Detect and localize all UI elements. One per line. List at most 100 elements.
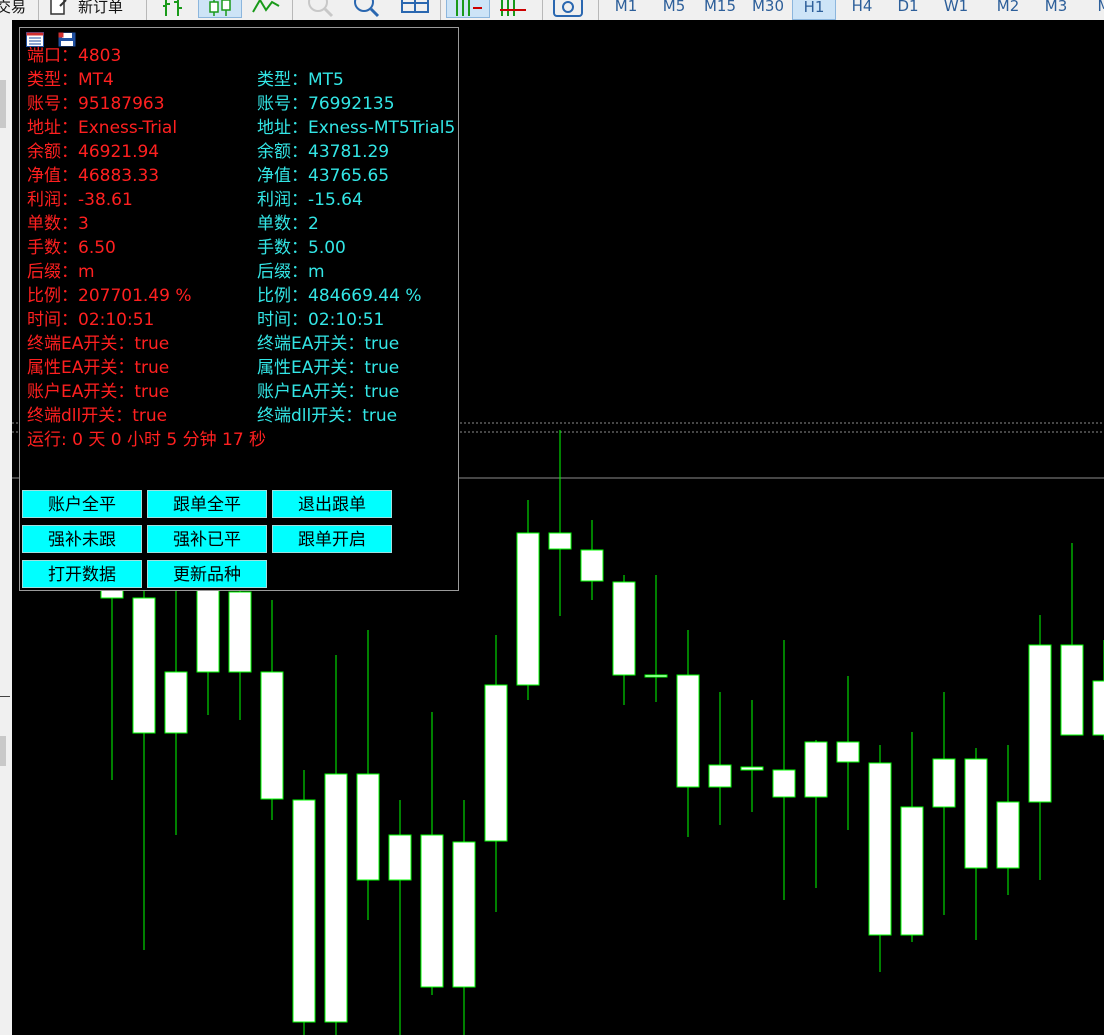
candle-body bbox=[772, 769, 796, 798]
dock-handle[interactable] bbox=[0, 80, 6, 128]
mt4-suffix-label: 后缀：m bbox=[27, 262, 95, 282]
timeframe-m2-button[interactable]: M2 bbox=[986, 0, 1030, 20]
candle-body bbox=[996, 801, 1020, 869]
candle-body bbox=[292, 799, 316, 1023]
candle-body bbox=[708, 764, 732, 788]
mt4-balance-label: 余额：46921.94 bbox=[27, 142, 160, 162]
toolbar-separator bbox=[146, 0, 147, 20]
timeframe-m5-button[interactable]: M5 bbox=[652, 0, 696, 20]
timeframe-w1-button[interactable]: W1 bbox=[934, 0, 978, 20]
mt4-orders-label: 单数：3 bbox=[27, 214, 89, 234]
mt4-lots-label: 手数：6.50 bbox=[27, 238, 116, 258]
timeframe-m3-button[interactable]: M3 bbox=[1034, 0, 1078, 20]
candle-body bbox=[132, 597, 156, 734]
tile-windows-button[interactable] bbox=[400, 0, 430, 18]
auto-scroll-icon bbox=[456, 0, 482, 16]
candle-body bbox=[740, 766, 764, 771]
mt5-account-ea-label: 账户EA开关：true bbox=[257, 382, 400, 402]
candle-body bbox=[836, 741, 860, 763]
mt4-profit-label: 利润：-38.61 bbox=[27, 190, 133, 210]
mt5-property-ea-label: 属性EA开关：true bbox=[257, 358, 400, 378]
candle-body bbox=[900, 806, 924, 936]
mt5-time-label: 时间：02:10:51 bbox=[257, 310, 385, 330]
candle-body bbox=[868, 762, 892, 936]
timeframe-m15-button[interactable]: M15 bbox=[698, 0, 742, 20]
zoom-out-button[interactable] bbox=[352, 0, 380, 18]
toolbar-separator bbox=[598, 0, 599, 20]
open-data-button[interactable]: 打开数据 bbox=[22, 560, 142, 588]
line-chart-icon bbox=[252, 0, 280, 13]
candle-body bbox=[612, 581, 636, 676]
tile-windows-icon bbox=[401, 0, 429, 13]
force-closed-button[interactable]: 强补已平 bbox=[147, 525, 267, 553]
chart-shift-icon bbox=[500, 0, 526, 16]
timeframe-h4-button[interactable]: H4 bbox=[840, 0, 884, 20]
new-order-button[interactable]: 新订单 bbox=[48, 0, 123, 18]
dock-divider bbox=[0, 696, 10, 697]
mt5-server-label: 地址：Exness-MT5Trial5 bbox=[257, 118, 456, 138]
close-all-account-button[interactable]: 账户全平 bbox=[22, 490, 142, 518]
toolbar-separator bbox=[440, 0, 441, 20]
candle-body bbox=[516, 532, 540, 686]
force-unfollowed-button[interactable]: 强补未跟 bbox=[22, 525, 142, 553]
timeframe-m-button[interactable]: M bbox=[1082, 0, 1104, 20]
candlestick-button[interactable] bbox=[198, 0, 242, 18]
update-symbols-button[interactable]: 更新品种 bbox=[147, 560, 267, 588]
candle-body bbox=[196, 589, 220, 673]
bar-chart-icon bbox=[163, 0, 182, 16]
candle-body bbox=[1060, 644, 1084, 736]
candle-body bbox=[260, 671, 284, 800]
new-order-icon bbox=[50, 0, 67, 15]
new-order-label: 新订单 bbox=[78, 0, 124, 16]
mt5-terminal-ea-label: 终端EA开关：true bbox=[257, 334, 400, 354]
mt5-type-label: 类型：MT5 bbox=[257, 70, 344, 90]
mt4-time-label: 时间：02:10:51 bbox=[27, 310, 155, 330]
candle-body bbox=[676, 674, 700, 788]
mt4-account-ea-label: 账户EA开关：true bbox=[27, 382, 170, 402]
toolbar-separator bbox=[542, 0, 543, 20]
mt4-property-ea-label: 属性EA开关：true bbox=[27, 358, 170, 378]
candle-body bbox=[804, 741, 828, 798]
mt4-type-label: 类型：MT4 bbox=[27, 70, 114, 90]
mt5-lots-label: 手数：5.00 bbox=[257, 238, 346, 258]
start-follow-button[interactable]: 跟单开启 bbox=[272, 525, 392, 553]
mt4-equity-label: 净值：46883.33 bbox=[27, 166, 160, 186]
candle-body bbox=[644, 674, 668, 678]
mt5-terminal-dll-label: 终端dll开关：true bbox=[257, 406, 398, 426]
toolbar-separator bbox=[38, 0, 39, 20]
bar-chart-button[interactable] bbox=[162, 0, 188, 18]
mt5-profit-label: 利润：-15.64 bbox=[257, 190, 363, 210]
candle-body bbox=[932, 758, 956, 808]
mt4-ratio-label: 比例：207701.49 % bbox=[27, 286, 192, 306]
close-all-follow-button[interactable]: 跟单全平 bbox=[147, 490, 267, 518]
candle-body bbox=[324, 773, 348, 1023]
candle-body bbox=[388, 834, 412, 881]
line-chart-button[interactable] bbox=[252, 0, 280, 18]
candle-body bbox=[548, 532, 572, 550]
exit-follow-button[interactable]: 退出跟单 bbox=[272, 490, 392, 518]
port-label: 端口：4803 bbox=[27, 46, 122, 66]
timeframe-m1-button[interactable]: M1 bbox=[604, 0, 648, 20]
runtime-label: 运行: 0 天 0 小时 5 分钟 17 秒 bbox=[27, 430, 267, 450]
zoom-in-button[interactable] bbox=[306, 0, 334, 18]
copy-trade-panel: 端口：4803 类型：MT4 类型：MT5 账号：95187963 账号：769921… bbox=[19, 27, 459, 591]
mt5-ratio-label: 比例：484669.44 % bbox=[257, 286, 422, 306]
mt4-account-label: 账号：95187963 bbox=[27, 94, 165, 114]
candle-body bbox=[228, 591, 252, 673]
top-toolbar: 交易 新订单 M1 M5 M15 M30 H1 H4 D1 W1 M2 M3 M bbox=[0, 0, 1104, 20]
candle-body bbox=[1028, 644, 1052, 803]
timeframe-m30-button[interactable]: M30 bbox=[746, 0, 790, 20]
mt4-terminal-dll-label: 终端dll开关：true bbox=[27, 406, 168, 426]
timeframe-d1-button[interactable]: D1 bbox=[886, 0, 930, 20]
candle-body bbox=[164, 671, 188, 734]
screenshot-button[interactable] bbox=[552, 0, 584, 18]
trade-label: 交易 bbox=[0, 0, 27, 16]
auto-scroll-button[interactable] bbox=[446, 0, 490, 18]
chart-shift-button[interactable] bbox=[498, 0, 528, 18]
timeframe-h1-button[interactable]: H1 bbox=[792, 0, 836, 20]
mt5-account-label: 账号：76992135 bbox=[257, 94, 395, 114]
dock-handle[interactable] bbox=[0, 736, 6, 766]
trade-button[interactable]: 交易 bbox=[0, 0, 26, 18]
zoom-out-icon bbox=[354, 0, 380, 18]
candle-body bbox=[452, 841, 476, 988]
